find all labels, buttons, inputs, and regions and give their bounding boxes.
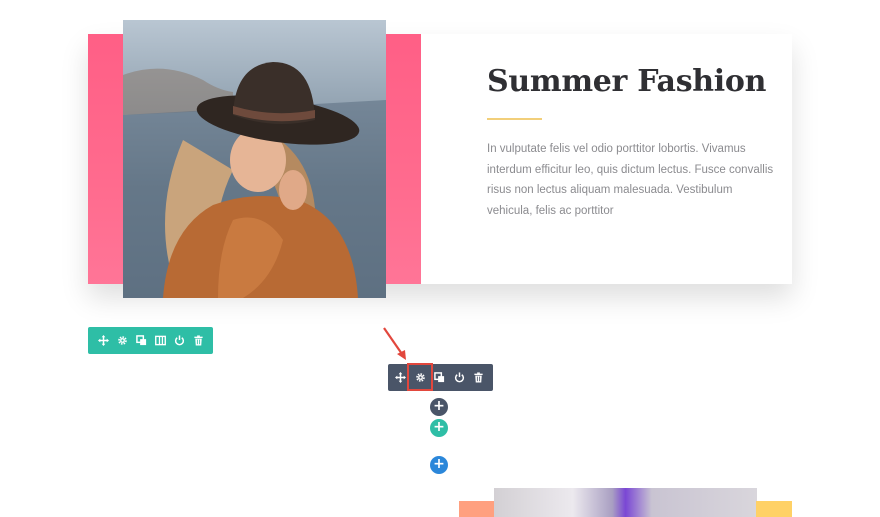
yellow-band	[756, 501, 792, 517]
section-title: Summer Fashion	[487, 64, 767, 99]
gear-icon[interactable]	[113, 327, 132, 354]
add-section-button[interactable]: +	[430, 456, 448, 474]
columns-icon[interactable]	[151, 327, 170, 354]
power-icon[interactable]	[170, 327, 189, 354]
fashion-photo	[123, 20, 386, 298]
move-icon[interactable]	[94, 327, 113, 354]
next-section-photo	[494, 488, 757, 517]
duplicate-icon[interactable]	[132, 327, 151, 354]
trash-icon[interactable]	[469, 364, 489, 391]
pointer-arrow	[378, 324, 410, 369]
row-toolbar	[88, 327, 213, 354]
add-row-button[interactable]: +	[430, 419, 448, 437]
module-toolbar	[388, 364, 493, 391]
add-module-button[interactable]: +	[430, 398, 448, 416]
peach-band	[459, 501, 495, 517]
title-divider	[487, 118, 542, 120]
section-body-text: In vulputate felis vel odio porttitor lo…	[487, 143, 774, 217]
power-icon[interactable]	[450, 364, 470, 391]
trash-icon[interactable]	[189, 327, 208, 354]
gear-highlight-box	[407, 363, 433, 391]
